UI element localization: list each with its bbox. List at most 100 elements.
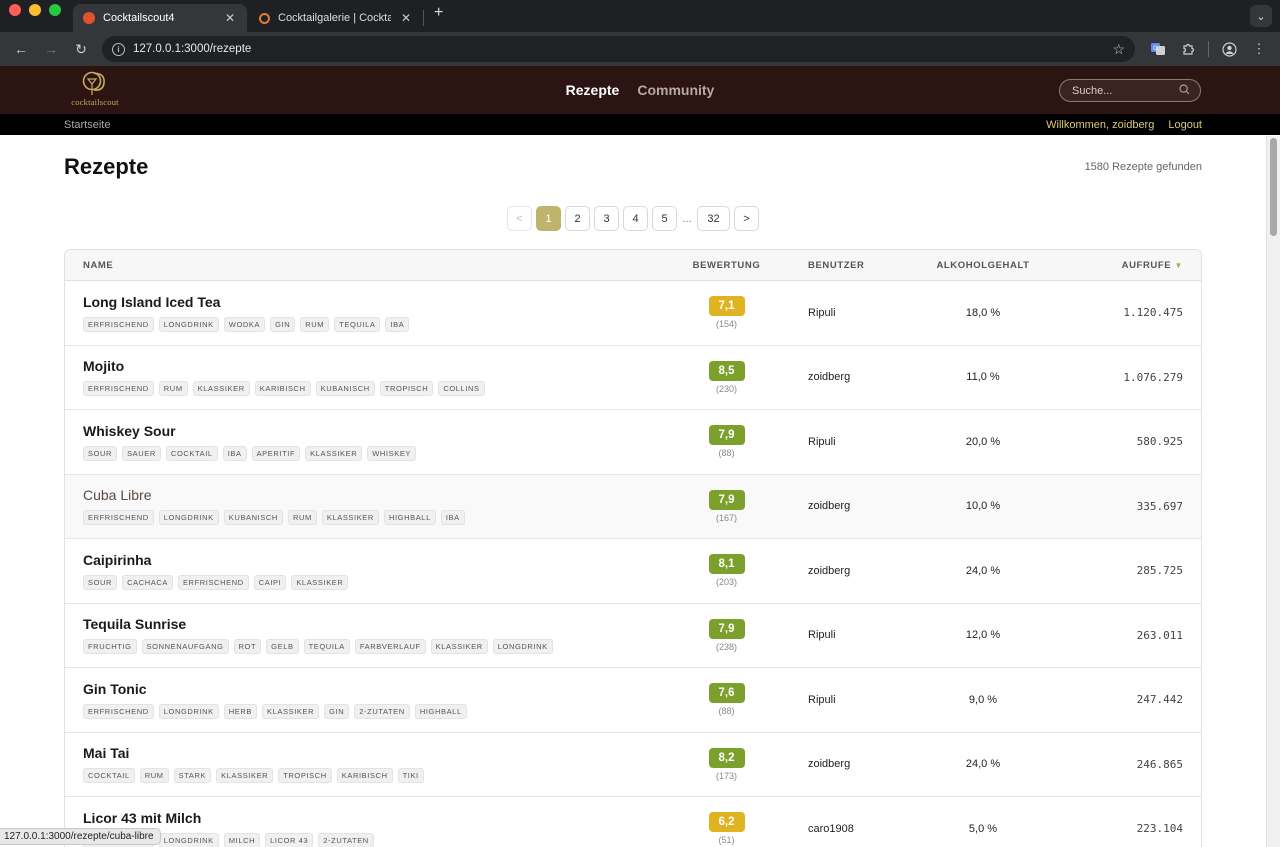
recipe-tag[interactable]: KLASSIKER (321, 510, 379, 526)
user-cell[interactable]: zoidberg (778, 371, 910, 383)
recipe-tag[interactable]: SONNENAUFGANG (141, 639, 229, 655)
nav-rezepte[interactable]: Rezepte (566, 82, 620, 98)
recipe-name-link[interactable]: Gin Tonic (83, 681, 675, 697)
recipe-tag[interactable]: COCKTAIL (83, 768, 135, 784)
reload-icon[interactable]: ↻ (68, 36, 94, 62)
column-header-alcohol[interactable]: ALKOHOLGEHALT (910, 260, 1056, 271)
recipe-tag[interactable]: GELB (266, 639, 299, 655)
recipe-name-link[interactable]: Mojito (83, 358, 675, 374)
logout-link[interactable]: Logout (1168, 119, 1202, 131)
recipe-tag[interactable]: TROPISCH (379, 381, 434, 397)
user-cell[interactable]: zoidberg (778, 758, 910, 770)
recipe-tag[interactable]: HIGHBALL (383, 510, 436, 526)
pagination-last-page[interactable]: 32 (697, 206, 730, 231)
recipe-tag[interactable]: 2-ZUTATEN (318, 832, 374, 847)
recipe-tag[interactable]: TROPISCH (278, 768, 332, 784)
user-cell[interactable]: Ripuli (778, 694, 910, 706)
table-row[interactable]: Long Island Iced Tea ERFRISCHEND LONGDRIN… (65, 281, 1201, 346)
table-row[interactable]: Tequila Sunrise FRUCHTIG SONNENAUFGANG ROT… (65, 603, 1201, 668)
recipe-tag[interactable]: RUM (139, 768, 169, 784)
recipe-tag[interactable]: RUM (300, 316, 330, 332)
recipe-tag[interactable]: TEQUILA (334, 316, 381, 332)
recipe-tag[interactable]: MILCH (223, 832, 261, 847)
search-input[interactable] (1072, 84, 1179, 97)
nav-community[interactable]: Community (637, 82, 714, 98)
user-cell[interactable]: caro1908 (778, 823, 910, 835)
back-arrow-icon[interactable]: ← (8, 36, 34, 62)
recipe-tag[interactable]: SOUR (83, 445, 118, 461)
user-cell[interactable]: zoidberg (778, 500, 910, 512)
recipe-name-link[interactable]: Long Island Iced Tea (83, 294, 675, 310)
recipe-tag[interactable]: LONGDRINK (158, 832, 219, 847)
table-row[interactable]: Mojito ERFRISCHEND RUM KLASSIKER KARIBISCH K… (65, 345, 1201, 410)
pagination-page-4[interactable]: 4 (623, 206, 648, 231)
recipe-tag[interactable]: ERFRISCHEND (83, 703, 154, 719)
recipe-tag[interactable]: IBA (440, 510, 465, 526)
recipe-tag[interactable]: SAUER (122, 445, 161, 461)
user-cell[interactable]: Ripuli (778, 307, 910, 319)
recipe-tag[interactable]: TEQUILA (303, 639, 350, 655)
user-cell[interactable]: zoidberg (778, 565, 910, 577)
recipe-tag[interactable]: ROT (233, 639, 262, 655)
recipe-tag[interactable]: STARK (173, 768, 212, 784)
recipe-tag[interactable]: WODKA (223, 316, 266, 332)
recipe-tag[interactable]: KLASSIKER (192, 381, 250, 397)
recipe-tag[interactable]: SOUR (83, 574, 118, 590)
column-header-user[interactable]: BENUTZER (778, 260, 910, 271)
recipe-tag[interactable]: FARBVERLAUF (354, 639, 426, 655)
recipe-tag[interactable]: LICOR 43 (265, 832, 314, 847)
recipe-tag[interactable]: KARIBISCH (336, 768, 393, 784)
recipe-tag[interactable]: 2-ZUTATEN (354, 703, 410, 719)
user-cell[interactable]: Ripuli (778, 629, 910, 641)
new-tab-icon[interactable]: + (424, 4, 453, 28)
search-icon[interactable] (1179, 83, 1190, 98)
recipe-tag[interactable]: KUBANISCH (315, 381, 375, 397)
column-header-name[interactable]: NAME (65, 260, 675, 271)
column-header-rating[interactable]: BEWERTUNG (675, 260, 778, 271)
recipe-tag[interactable]: HERB (223, 703, 258, 719)
recipe-tag[interactable]: GIN (270, 316, 296, 332)
recipe-tag[interactable]: KLASSIKER (291, 574, 349, 590)
site-info-icon[interactable]: i (112, 42, 125, 56)
recipe-tag[interactable]: ERFRISCHEND (83, 316, 154, 332)
breadcrumb-startseite[interactable]: Startseite (64, 119, 1046, 131)
user-cell[interactable]: Ripuli (778, 436, 910, 448)
profile-icon[interactable] (1216, 36, 1242, 62)
recipe-tag[interactable]: LONGDRINK (158, 703, 219, 719)
pagination-prev-button[interactable]: < (507, 206, 532, 231)
recipe-tag[interactable]: LONGDRINK (158, 510, 219, 526)
minimize-window-button[interactable] (29, 4, 41, 16)
recipe-tag[interactable]: APERITIF (251, 445, 301, 461)
column-header-views[interactable]: AUFRUFE ▼ (1056, 260, 1201, 271)
translate-icon[interactable]: G (1145, 36, 1171, 62)
table-row[interactable]: Cuba Libre ERFRISCHEND LONGDRINK KUBANISCH… (65, 474, 1201, 539)
recipe-tag[interactable]: RUM (158, 381, 188, 397)
table-row[interactable]: Gin Tonic ERFRISCHEND LONGDRINK HERB KLASSI… (65, 668, 1201, 733)
recipe-name-link[interactable]: Whiskey Sour (83, 423, 675, 439)
recipe-tag[interactable]: KLASSIKER (430, 639, 488, 655)
recipe-tag[interactable]: KUBANISCH (223, 510, 283, 526)
recipe-name-link[interactable]: Tequila Sunrise (83, 616, 675, 632)
recipe-tag[interactable]: HIGHBALL (414, 703, 467, 719)
recipe-name-link[interactable]: Caipirinha (83, 552, 675, 568)
recipe-tag[interactable]: KLASSIKER (216, 768, 274, 784)
extensions-puzzle-icon[interactable] (1175, 36, 1201, 62)
tab-search-chevron-icon[interactable]: ⌄ (1250, 5, 1272, 27)
recipe-tag[interactable]: GIN (324, 703, 350, 719)
pagination-next-button[interactable]: > (734, 206, 759, 231)
close-tab-icon[interactable]: ✕ (223, 11, 237, 25)
recipe-tag[interactable]: CAIPI (253, 574, 287, 590)
pagination-page-3[interactable]: 3 (594, 206, 619, 231)
recipe-tag[interactable]: IBA (222, 445, 247, 461)
browser-tab-2[interactable]: Cocktailgalerie | Cocktailscou ✕ (249, 4, 423, 32)
pagination-page-5[interactable]: 5 (652, 206, 677, 231)
recipe-tag[interactable]: ERFRISCHEND (83, 381, 154, 397)
table-row[interactable]: Caipirinha SOUR CACHACA ERFRISCHEND CAIPI KL… (65, 539, 1201, 604)
table-row[interactable]: Licor 43 mit Milch ERFRISCHENDLONGDRINKM… (65, 797, 1201, 847)
maximize-window-button[interactable] (49, 4, 61, 16)
page-scrollbar[interactable] (1266, 136, 1280, 847)
recipe-tag[interactable]: IBA (385, 316, 410, 332)
recipe-tag[interactable]: KLASSIKER (305, 445, 363, 461)
pagination-page-1[interactable]: 1 (536, 206, 561, 231)
scrollbar-thumb[interactable] (1270, 138, 1277, 236)
